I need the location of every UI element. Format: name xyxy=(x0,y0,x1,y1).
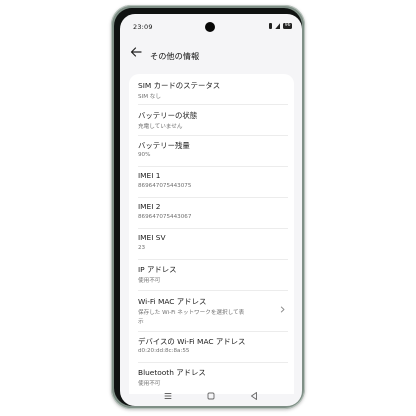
list-item-subtitle: 使用不可 xyxy=(138,278,161,284)
navigation-bar xyxy=(120,386,302,406)
list-item-sim-status[interactable]: SIM カードのステータス SIM なし xyxy=(129,74,294,104)
app-bar: その他の情報 xyxy=(120,38,302,72)
list-item-subtitle-line2: 示 xyxy=(138,319,144,325)
list-item-title: SIM カードのステータス xyxy=(138,81,221,90)
info-list: SIM カードのステータス SIM なし バッテリーの状態 充電していません バ… xyxy=(129,74,294,394)
list-item-subtitle: 869647075443075 xyxy=(138,183,192,189)
list-item-imei2[interactable]: IMEI 2 869647075443067 xyxy=(129,198,294,228)
list-item-title: IMEI 1 xyxy=(138,171,161,180)
list-item-title: IP アドレス xyxy=(138,265,177,274)
list-item-subtitle: 869647075443067 xyxy=(138,214,192,220)
list-item-title: デバイスの Wi-Fi MAC アドレス xyxy=(138,337,246,346)
square-icon[interactable] xyxy=(205,390,217,402)
status-time: 23:09 xyxy=(133,23,153,31)
list-item-battery-state[interactable]: バッテリーの状態 充電していません xyxy=(129,105,294,135)
triangle-back-icon[interactable] xyxy=(248,390,260,402)
list-item-title: バッテリーの状態 xyxy=(138,111,198,120)
list-item-title: IMEI 2 xyxy=(138,202,161,211)
phone-frame: 23:09 96 その他の情報 SIM カードのステータス SIM なし バッテ… xyxy=(111,5,305,409)
list-item-device-wifi-mac[interactable]: デバイスの Wi-Fi MAC アドレス d0:20:dd:8c:8a:55 xyxy=(129,332,294,362)
signal-icon xyxy=(275,23,281,29)
list-item-ip-address[interactable]: IP アドレス 使用不可 xyxy=(129,260,294,290)
list-item-imei-sv[interactable]: IMEI SV 23 xyxy=(129,229,294,259)
battery-icon: 96 xyxy=(283,23,292,29)
list-item-subtitle: SIM なし xyxy=(138,94,161,100)
front-camera xyxy=(205,22,215,32)
status-icons: 96 xyxy=(269,23,292,29)
phone-bezel: 23:09 96 その他の情報 SIM カードのステータス SIM なし バッテ… xyxy=(114,8,302,406)
list-item-subtitle: 保存した Wi-Fi ネットワークを選択して表 xyxy=(138,310,245,316)
list-item-title: Wi-Fi MAC アドレス xyxy=(138,297,207,306)
list-item-subtitle: 90% xyxy=(138,152,151,158)
arrow-left-icon[interactable] xyxy=(129,45,143,59)
list-item-imei1[interactable]: IMEI 1 869647075443075 xyxy=(129,167,294,197)
list-item-title: Bluetooth アドレス xyxy=(138,368,206,377)
status-bar: 23:09 96 xyxy=(120,14,302,38)
page-title: その他の情報 xyxy=(150,51,200,61)
list-item-subtitle: d0:20:dd:8c:8a:55 xyxy=(138,348,190,354)
list-item-subtitle: 充電していません xyxy=(138,124,183,130)
vibrate-icon xyxy=(269,23,273,29)
list-item-subtitle: 23 xyxy=(138,245,146,251)
menu-lines-icon[interactable] xyxy=(162,390,174,402)
list-item-title: IMEI SV xyxy=(138,233,166,242)
chevron-right-icon xyxy=(280,306,285,313)
list-item-battery-level[interactable]: バッテリー残量 90% xyxy=(129,136,294,166)
list-item-wifi-mac[interactable]: Wi-Fi MAC アドレス 保存した Wi-Fi ネットワークを選択して表 示 xyxy=(129,291,294,331)
list-item-title: バッテリー残量 xyxy=(138,141,190,150)
phone-screen: 23:09 96 その他の情報 SIM カードのステータス SIM なし バッテ… xyxy=(120,14,302,406)
